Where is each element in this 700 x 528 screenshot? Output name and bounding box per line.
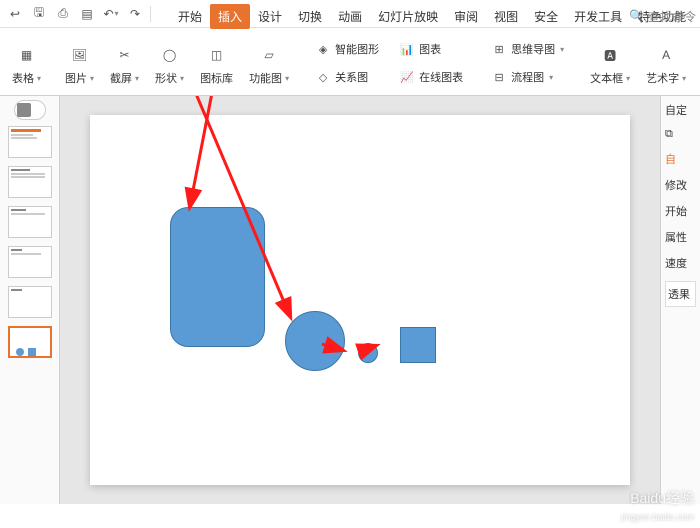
side-item-effect[interactable]: 透果 xyxy=(665,281,696,307)
wordart-icon: A xyxy=(662,40,670,70)
menu-transition[interactable]: 切换 xyxy=(290,4,330,29)
menu-review[interactable]: 审阅 xyxy=(446,4,486,29)
ribbon-mindmap-label: 思维导图 xyxy=(511,41,555,57)
side-icon-1[interactable]: ⧉ xyxy=(665,128,696,141)
menu-insert[interactable]: 插入 xyxy=(210,4,250,29)
ribbon-wordart-label: 艺术字 xyxy=(646,70,679,86)
ribbon-screenshot-label: 截屏 xyxy=(110,70,132,86)
slide-thumb-6[interactable] xyxy=(8,326,52,358)
menu-design[interactable]: 设计 xyxy=(250,4,290,29)
shape-square[interactable] xyxy=(400,327,436,363)
search-label: 查找命令 xyxy=(648,8,696,25)
ribbon-smartart[interactable]: ◈ 智能图形 xyxy=(311,36,383,62)
thumbnail-view-toggle[interactable] xyxy=(14,100,46,120)
ribbon-chart[interactable]: 📊 图表 xyxy=(395,36,467,62)
menu-animation[interactable]: 动画 xyxy=(330,4,370,29)
shapes-icon: ◯ xyxy=(163,40,176,70)
ribbon-iconlib[interactable]: ◫ 图标库 xyxy=(194,34,239,92)
ribbon-textbox-label: 文本框 xyxy=(590,70,623,86)
menu-security[interactable]: 安全 xyxy=(526,4,566,29)
shape-circle-large[interactable] xyxy=(285,311,345,371)
menu-start[interactable]: 开始 xyxy=(170,4,210,29)
picture-icon: 🖼 xyxy=(72,40,87,70)
slide-thumb-5[interactable] xyxy=(8,286,52,318)
side-title: 自定 xyxy=(665,102,696,118)
side-item-property[interactable]: 属性 xyxy=(665,229,696,245)
ribbon-textbox[interactable]: 🅰 文本框▾ xyxy=(584,34,636,92)
ribbon-wordart[interactable]: A 艺术字▾ xyxy=(640,34,692,92)
ribbon-funcchart[interactable]: ▱ 功能图▾ xyxy=(243,34,295,92)
slide-thumbnail-panel xyxy=(0,96,60,504)
table-icon: ▦ xyxy=(21,40,32,70)
shape-circle-small[interactable] xyxy=(358,343,378,363)
ribbon-relation[interactable]: ◇ 关系图 xyxy=(311,64,383,90)
ribbon-picture[interactable]: 🖼 图片▾ xyxy=(59,34,100,92)
side-item-start[interactable]: 开始 xyxy=(665,203,696,219)
ribbon-flowchart-label: 流程图 xyxy=(511,69,544,85)
slide-thumb-2[interactable] xyxy=(8,166,52,198)
iconlib-icon: ◫ xyxy=(211,40,222,70)
side-item-speed[interactable]: 速度 xyxy=(665,255,696,271)
slide-thumb-1[interactable] xyxy=(8,126,52,158)
slide-thumb-3[interactable] xyxy=(8,206,52,238)
chart-icon: 📊 xyxy=(399,43,415,56)
relation-icon: ◇ xyxy=(315,71,331,84)
ribbon-table-label: 表格 xyxy=(12,70,34,86)
slide-canvas-area[interactable] xyxy=(60,96,660,504)
ribbon-mindmap[interactable]: ⊞思维导图▾ xyxy=(487,36,568,62)
search-command[interactable]: 🔍 查找命令 xyxy=(629,8,696,25)
menu-slideshow[interactable]: 幻灯片放映 xyxy=(370,4,446,29)
search-icon: 🔍 xyxy=(629,9,644,23)
flowchart-icon: ⊟ xyxy=(491,71,507,84)
ribbon-iconlib-label: 图标库 xyxy=(200,70,233,86)
onlinechart-icon: 📈 xyxy=(399,71,415,84)
textbox-icon: 🅰 xyxy=(604,40,616,70)
mindmap-icon: ⊞ xyxy=(491,43,507,56)
slide-canvas[interactable] xyxy=(90,115,630,485)
side-item-modify[interactable]: 修改 xyxy=(665,177,696,193)
ribbon-relation-label: 关系图 xyxy=(335,69,368,85)
ribbon-onlinechart-label: 在线图表 xyxy=(419,69,463,85)
ribbon-picture-label: 图片 xyxy=(65,70,87,86)
ribbon-flowchart[interactable]: ⊟流程图▾ xyxy=(487,64,568,90)
slide-thumb-4[interactable] xyxy=(8,246,52,278)
ribbon-symbol[interactable]: Ω 符号 xyxy=(696,34,700,92)
toggle-handle xyxy=(17,103,31,117)
smartart-icon: ◈ xyxy=(315,43,331,56)
ribbon-shapes-label: 形状 xyxy=(155,70,177,86)
menu-devtools[interactable]: 开发工具 xyxy=(566,4,630,29)
side-panel: 自定 ⧉ 自 修改 开始 属性 速度 透果 xyxy=(660,96,700,504)
screenshot-icon: ✂ xyxy=(120,40,130,70)
watermark-sub: jingyan.baidu.com xyxy=(621,512,694,522)
ribbon-chart-label: 图表 xyxy=(419,41,441,57)
side-item-custom[interactable]: 自 xyxy=(665,151,696,167)
funcchart-icon: ▱ xyxy=(264,40,273,70)
ribbon-shapes[interactable]: ◯ 形状▾ xyxy=(149,34,190,92)
workspace: 自定 ⧉ 自 修改 开始 属性 速度 透果 xyxy=(0,96,700,504)
ribbon-funcchart-label: 功能图 xyxy=(249,70,282,86)
menubar: 开始 插入 设计 切换 动画 幻灯片放映 审阅 视图 安全 开发工具 特色功能 … xyxy=(0,2,700,30)
ribbon-smartart-label: 智能图形 xyxy=(335,41,379,57)
ribbon-table[interactable]: ▦ 表格▾ xyxy=(6,34,47,92)
menu-view[interactable]: 视图 xyxy=(486,4,526,29)
ribbon-screenshot[interactable]: ✂ 截屏▾ xyxy=(104,34,145,92)
ribbon-insert: ▦ 表格▾ 🖼 图片▾ ✂ 截屏▾ ◯ 形状▾ ◫ 图标库 ▱ 功能图▾ ◈ 智能… xyxy=(0,30,700,96)
shape-rounded-rectangle[interactable] xyxy=(170,207,265,347)
ribbon-onlinechart[interactable]: 📈 在线图表 xyxy=(395,64,467,90)
